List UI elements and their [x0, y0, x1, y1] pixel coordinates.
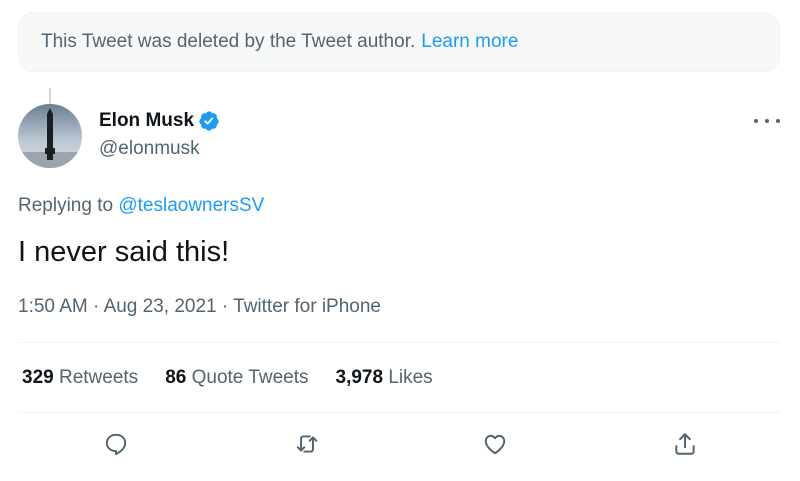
tweet-actions [0, 426, 800, 466]
like-icon[interactable] [477, 426, 513, 462]
deleted-notice-text: This Tweet was deleted by the Tweet auth… [41, 31, 416, 52]
more-dot [754, 119, 758, 123]
avatar[interactable] [18, 104, 82, 168]
tweet-client[interactable]: Twitter for iPhone [233, 296, 381, 317]
quotes-count: 86 [165, 367, 187, 388]
more-dot [776, 119, 780, 123]
learn-more-link[interactable]: Learn more [421, 31, 518, 53]
retweet-icon[interactable] [289, 426, 325, 462]
deleted-tweet-notice: This Tweet was deleted by the Tweet auth… [18, 12, 780, 72]
author-name-row[interactable]: Elon Musk [99, 110, 220, 132]
tweet-stats: 329 Retweets 86 Quote Tweets 3,978 Likes [22, 367, 460, 389]
meta-separator: · [221, 296, 229, 317]
retweets-stat[interactable]: 329 Retweets [22, 367, 138, 389]
more-options-icon[interactable] [754, 110, 780, 132]
quotes-label: Quote Tweets [191, 367, 309, 388]
share-icon[interactable] [667, 426, 703, 462]
meta-separator: · [93, 296, 100, 317]
author-handle[interactable]: @elonmusk [99, 138, 200, 160]
divider [18, 412, 780, 413]
replying-to: Replying to @teslaownersSV [18, 195, 264, 217]
divider [18, 342, 780, 343]
likes-stat[interactable]: 3,978 Likes [336, 367, 433, 389]
replying-prefix: Replying to [18, 195, 114, 216]
retweets-count: 329 [22, 367, 54, 388]
tweet-time[interactable]: 1:50 AM [18, 296, 88, 317]
quote-tweets-stat[interactable]: 86 Quote Tweets [165, 367, 308, 389]
tweet-text: I never said this! [18, 236, 230, 268]
more-dot [765, 119, 769, 123]
tweet-date[interactable]: Aug 23, 2021 [104, 296, 217, 317]
retweets-label: Retweets [58, 367, 139, 388]
reply-mention-link[interactable]: @teslaownersSV [118, 195, 264, 216]
thread-connector-line [49, 88, 51, 104]
tweet-meta: 1:50 AM · Aug 23, 2021 · Twitter for iPh… [18, 296, 381, 318]
author-name[interactable]: Elon Musk [99, 110, 194, 132]
verified-badge-icon [198, 110, 220, 132]
reply-icon[interactable] [98, 426, 134, 462]
likes-count: 3,978 [335, 367, 384, 388]
likes-label: Likes [388, 367, 433, 388]
avatar-image [18, 104, 82, 168]
